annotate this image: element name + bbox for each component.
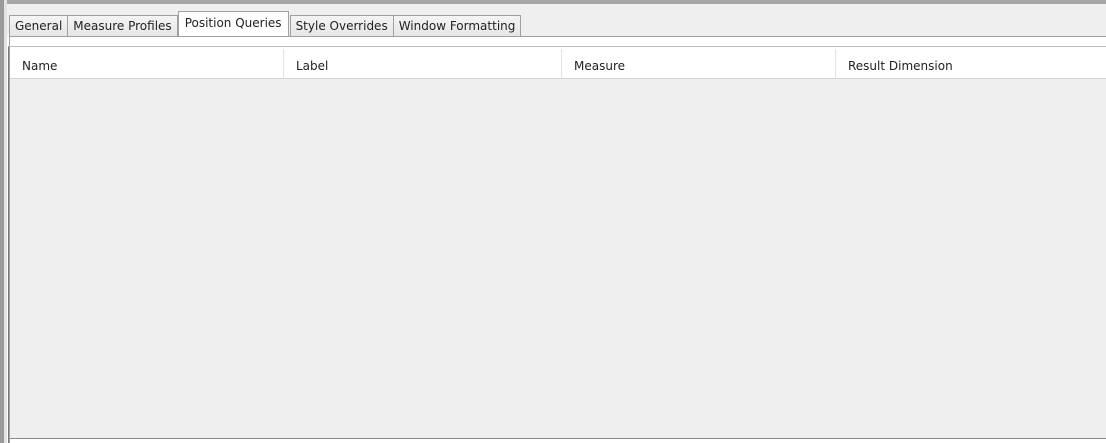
- tab-position-queries[interactable]: Position Queries: [177, 11, 289, 36]
- column-header-label[interactable]: Label: [284, 49, 562, 78]
- panel-bottom-fill: [10, 439, 1106, 443]
- tab-style-overrides[interactable]: Style Overrides: [289, 15, 394, 36]
- column-header-name[interactable]: Name: [10, 49, 284, 78]
- table-body-empty[interactable]: [10, 79, 1106, 438]
- tab-measure-profiles[interactable]: Measure Profiles: [67, 15, 178, 36]
- tab-general[interactable]: General: [9, 15, 69, 36]
- column-header-result-dimension[interactable]: Result Dimension: [836, 49, 1106, 78]
- table-header-row: Name Label Measure Result Dimension: [10, 49, 1106, 79]
- window-left-border-inner: [4, 0, 7, 443]
- dialog-frame: General Measure Profiles Position Querie…: [0, 0, 1106, 443]
- column-header-measure[interactable]: Measure: [562, 49, 836, 78]
- tab-window-formatting[interactable]: Window Formatting: [392, 15, 522, 36]
- tab-bar: General Measure Profiles Position Querie…: [9, 11, 522, 36]
